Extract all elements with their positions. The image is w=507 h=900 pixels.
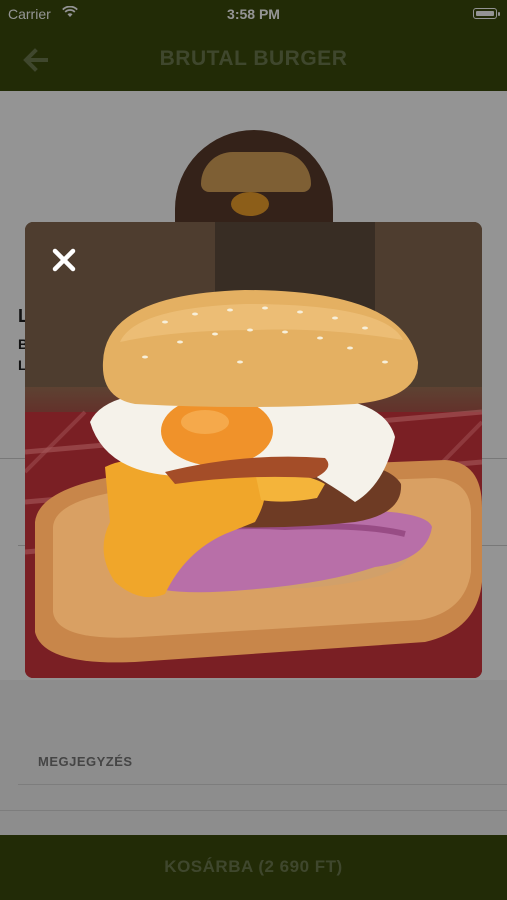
burger-photo bbox=[25, 222, 482, 678]
close-icon[interactable] bbox=[50, 246, 78, 274]
product-photo-modal bbox=[25, 222, 482, 678]
